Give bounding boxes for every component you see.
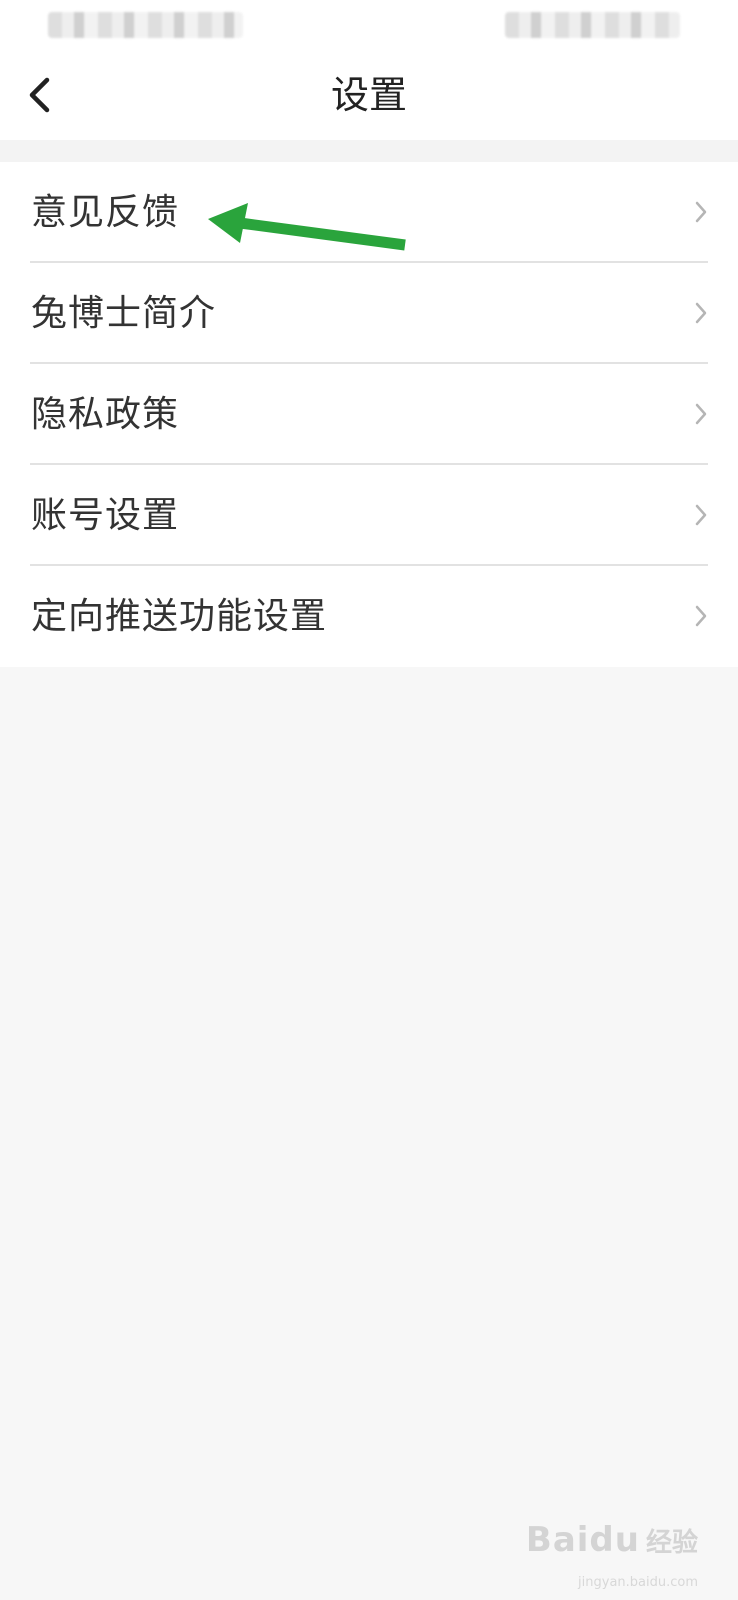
status-bar-left-redacted xyxy=(48,12,243,38)
settings-item-account-settings[interactable]: 账号设置 xyxy=(0,465,738,566)
back-button[interactable] xyxy=(14,68,64,122)
chevron-right-icon xyxy=(695,302,707,324)
settings-item-label: 账号设置 xyxy=(31,495,180,536)
section-gap xyxy=(0,140,738,162)
watermark-product: 经验 xyxy=(645,1527,698,1558)
chevron-left-icon xyxy=(29,77,50,113)
watermark-url: jingyan.baidu.com xyxy=(578,1575,698,1590)
status-bar xyxy=(0,0,738,50)
chevron-right-icon xyxy=(695,605,707,627)
settings-item-label: 意见反馈 xyxy=(31,192,180,233)
page-title: 设置 xyxy=(330,73,407,117)
settings-item-label: 兔博士简介 xyxy=(31,293,217,334)
status-bar-right-redacted xyxy=(505,12,680,38)
watermark: Baidu 经验 xyxy=(526,1510,698,1570)
settings-item-feedback[interactable]: 意见反馈 xyxy=(0,162,738,263)
watermark-brand: Baidu xyxy=(525,1520,640,1560)
settings-item-label: 隐私政策 xyxy=(31,394,180,435)
chevron-right-icon xyxy=(695,504,707,526)
settings-item-privacy-policy[interactable]: 隐私政策 xyxy=(0,364,738,465)
settings-item-label: 定向推送功能设置 xyxy=(31,596,328,637)
settings-item-targeted-push[interactable]: 定向推送功能设置 xyxy=(0,566,738,667)
chevron-right-icon xyxy=(695,403,707,425)
settings-item-about-tuboshi[interactable]: 兔博士简介 xyxy=(0,263,738,364)
settings-list: 意见反馈 兔博士简介 隐私政策 账号设置 定向推送功能设置 xyxy=(0,162,738,667)
chevron-right-icon xyxy=(695,201,707,223)
top-navigation-bar: 设置 xyxy=(0,50,738,140)
